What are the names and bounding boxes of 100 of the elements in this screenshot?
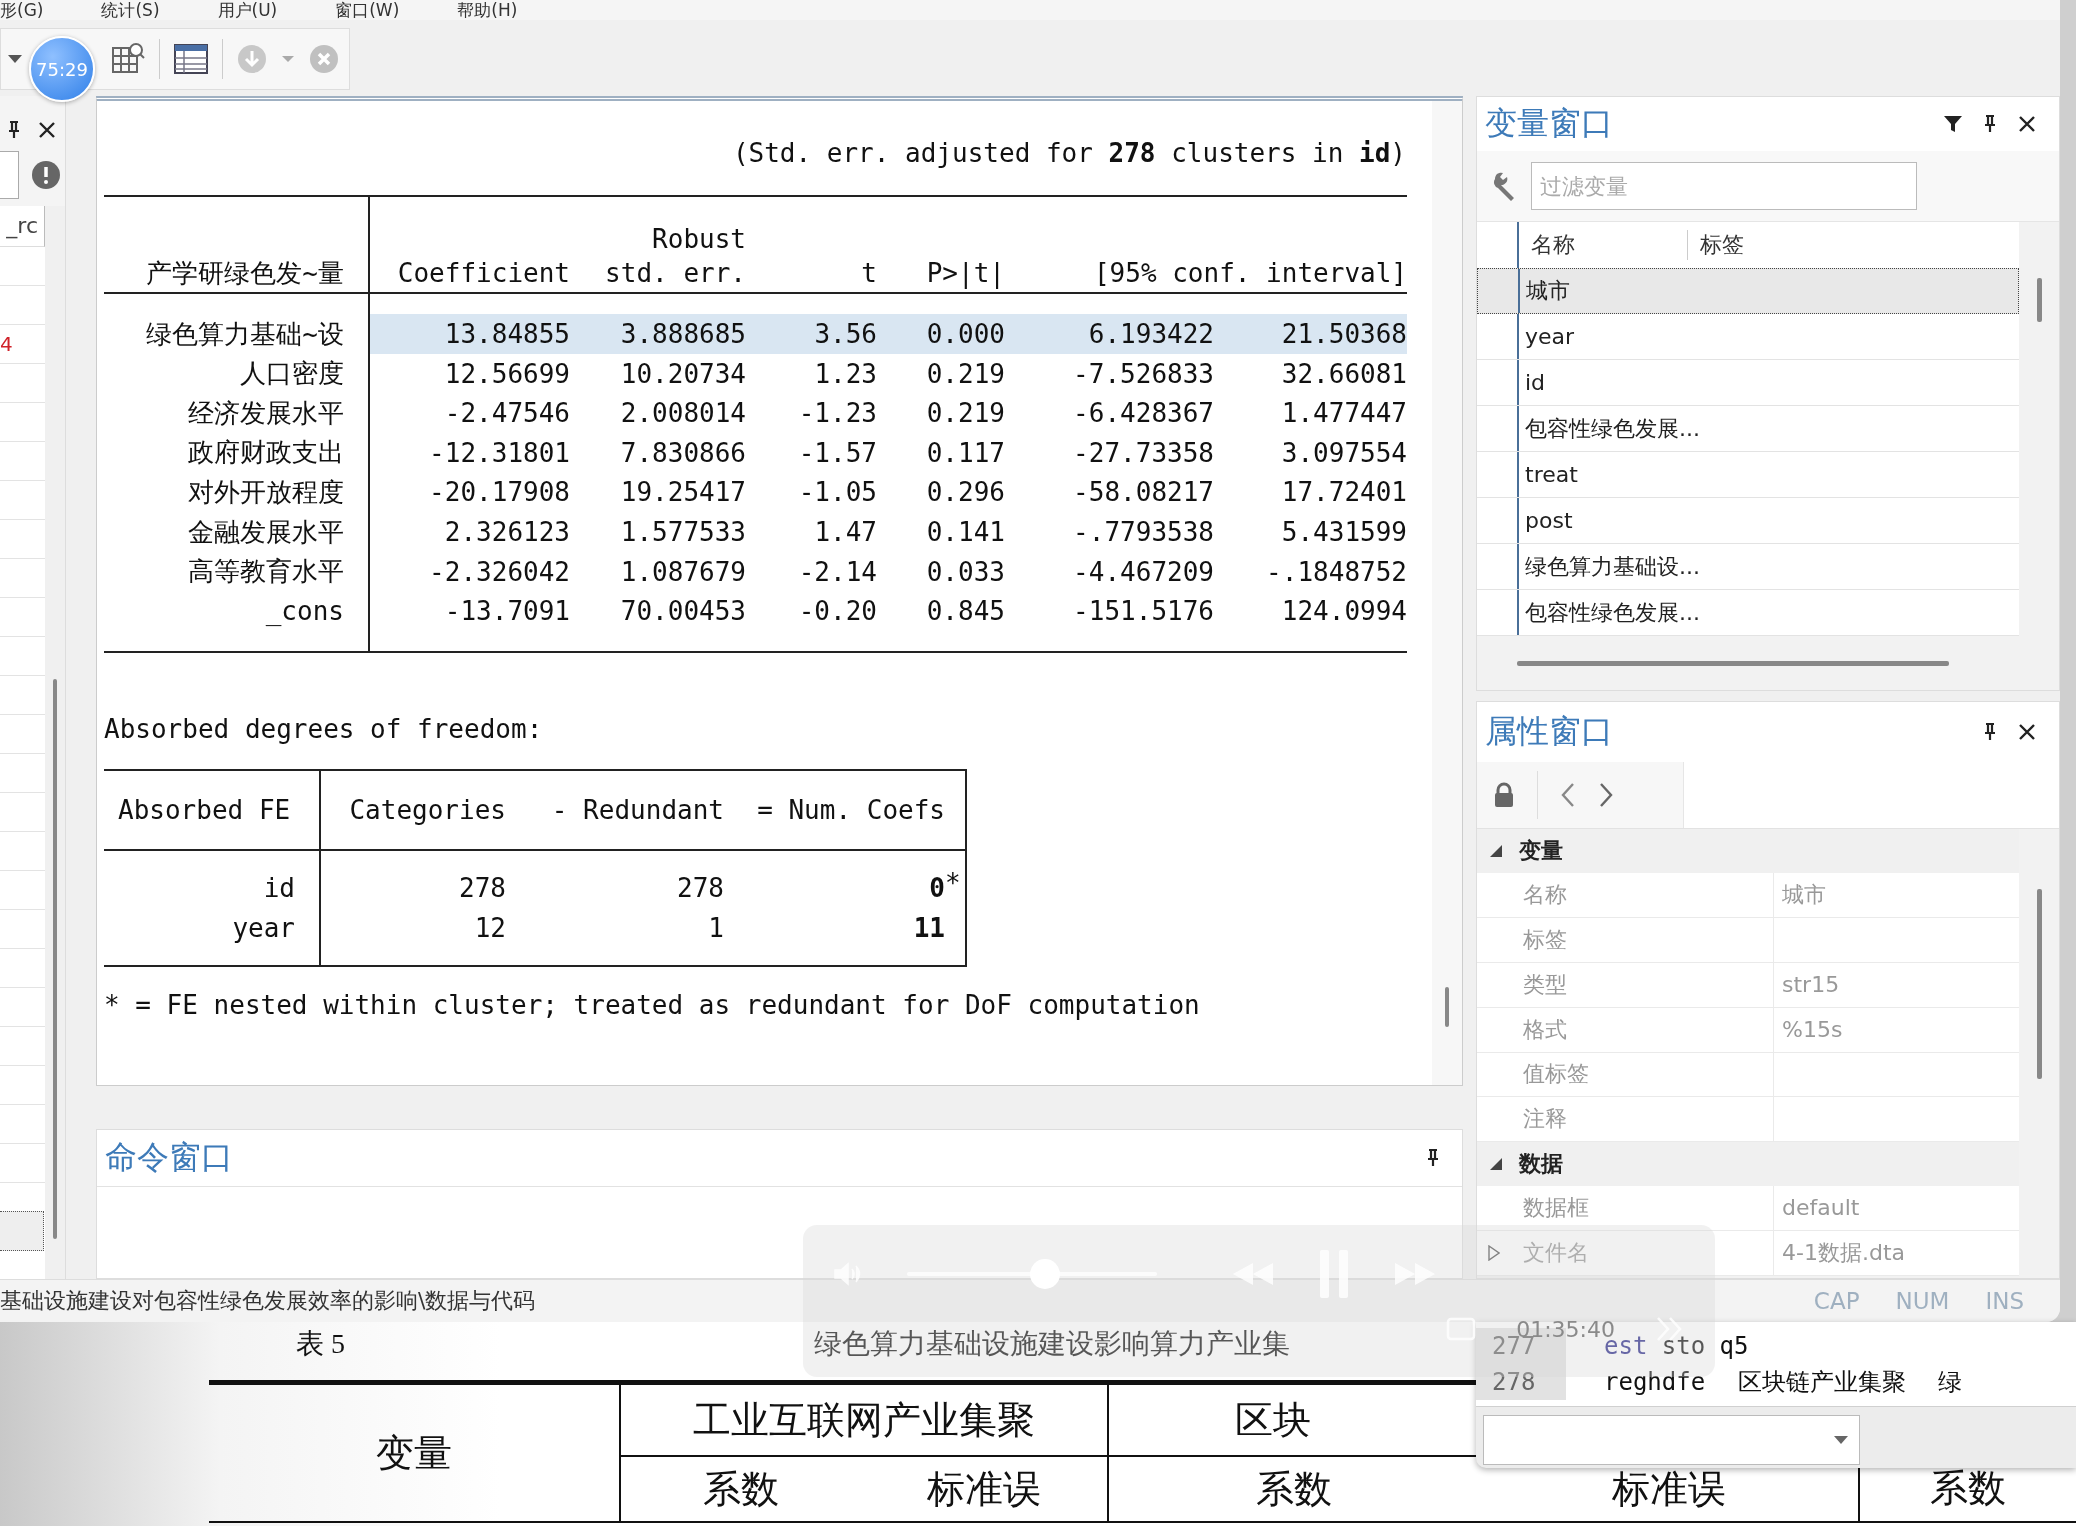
row-label: 人口密度 xyxy=(104,353,369,394)
table-cell-text: 0 xyxy=(928,872,945,906)
variable-name: 城市 xyxy=(1525,277,1570,306)
row-label: id xyxy=(104,868,320,909)
table-cell: 3.888685 xyxy=(570,314,746,354)
menu-item[interactable]: 形(G) xyxy=(0,0,44,20)
table-cell-text: 17.72401 xyxy=(1280,476,1407,510)
chevron-right-icon[interactable] xyxy=(1598,782,1614,809)
table-cell: 13.84855 xyxy=(369,314,570,354)
table-cell-text: 3.097554 xyxy=(1280,436,1407,470)
table-cell-text: 11 xyxy=(912,912,945,946)
table-cell-text: 0.117 xyxy=(925,436,1005,470)
list-row[interactable]: id xyxy=(1477,360,2020,407)
menu-item[interactable]: 帮助(H) xyxy=(457,0,518,20)
property-value: %15s xyxy=(1782,1017,1843,1043)
table-cell: 10.20734 xyxy=(570,353,746,394)
table-cell: -13.7091 xyxy=(369,591,570,632)
scrollbar[interactable] xyxy=(53,679,57,1240)
table-icon[interactable] xyxy=(174,43,208,74)
table-cell: 系数 xyxy=(619,1456,861,1522)
property-label: 文件名 xyxy=(1523,1238,1589,1267)
row-label: year xyxy=(104,908,320,949)
list-row[interactable]: 包容性绿色发展... xyxy=(1477,406,2020,453)
table-cell-text: 1.477447 xyxy=(1280,397,1407,431)
table-cell-text: -27.73358 xyxy=(1072,436,1214,470)
table-search-icon[interactable] xyxy=(111,41,145,76)
scrollbar[interactable] xyxy=(1445,987,1449,1028)
table-cell-text: 1.47 xyxy=(813,516,877,550)
variable-name: id xyxy=(1524,370,1546,396)
list-row[interactable]: post xyxy=(1477,498,2020,545)
column-header: - Redundant xyxy=(551,795,724,826)
table-cell: -2.326042 xyxy=(369,551,570,592)
column-header: Robust xyxy=(652,224,746,255)
property-value: 4-1数据.dta xyxy=(1782,1238,1905,1267)
scrollbar[interactable] xyxy=(1517,660,1949,666)
caret-icon[interactable] xyxy=(7,53,23,64)
triangle-icon[interactable] xyxy=(1489,1157,1503,1172)
input-field[interactable] xyxy=(0,151,19,200)
table-cell-text: -1.05 xyxy=(797,476,877,510)
scrollbar[interactable] xyxy=(2036,278,2042,323)
variable-name: 包容性绿色发展... xyxy=(1524,414,1700,443)
table-cell: 系数 xyxy=(1107,1456,1480,1522)
property-label: 注释 xyxy=(1523,1105,1567,1134)
table-cell-text: -.7793538 xyxy=(1072,516,1214,550)
table-cell-text: -58.08217 xyxy=(1072,476,1214,510)
property-value: str15 xyxy=(1782,972,1840,998)
scrollbar[interactable] xyxy=(2036,889,2042,1080)
column-header[interactable]: 标签 xyxy=(1688,222,1744,269)
column-header[interactable]: 名称 xyxy=(1519,230,1688,261)
chevron-left-icon[interactable] xyxy=(1560,782,1576,809)
output-text: Absorbed degrees of freedom: xyxy=(104,713,544,747)
table-cell-text: -1.23 xyxy=(797,397,877,431)
menu-item[interactable]: 窗口(W) xyxy=(335,0,400,20)
exclamation-icon[interactable] xyxy=(31,160,61,191)
column-header: Coefficient xyxy=(397,258,570,289)
button[interactable] xyxy=(0,1211,44,1252)
menu-item[interactable]: 统计(S) xyxy=(101,0,160,20)
table-cell-text: -2.14 xyxy=(797,555,877,589)
row-label: 金融发展水平 xyxy=(104,512,369,552)
table-cell-text: -4.467209 xyxy=(1072,555,1214,589)
table-cell-text: -0.20 xyxy=(797,595,877,629)
filter-icon[interactable] xyxy=(1943,114,1963,135)
variable-name: 包容性绿色发展... xyxy=(1524,598,1700,627)
table-cell-text: -1.57 xyxy=(797,436,877,470)
list-row[interactable]: treat xyxy=(1477,452,2020,499)
output-text: * = FE nested within cluster; treated as redundant for DoF computation xyxy=(104,989,1201,1023)
variable-name: post xyxy=(1524,508,1573,534)
variable-name: treat xyxy=(1524,462,1578,488)
list-row[interactable]: year xyxy=(1477,314,2020,361)
table-cell: 32.66081 xyxy=(1214,353,1407,394)
menu-item[interactable]: 用户(U) xyxy=(217,0,278,20)
table-cell: 4 xyxy=(0,332,13,357)
table-cell: 12 xyxy=(320,908,506,949)
table-cell: 0.000 xyxy=(877,314,1005,354)
table-cell-text: 1.577533 xyxy=(619,516,746,550)
table-cell-text: 0.296 xyxy=(925,476,1005,510)
table-cell: 工业互联网产业集聚 xyxy=(619,1382,1108,1456)
caret-icon[interactable] xyxy=(1833,1435,1849,1445)
property-value: 城市 xyxy=(1782,881,1826,910)
table-cell: 标准误 xyxy=(861,1456,1108,1522)
table-cell: 21.50368 xyxy=(1214,314,1407,354)
column-header: P>|t| xyxy=(926,258,1005,289)
table-cell-text: 0.219 xyxy=(925,397,1005,431)
search-field[interactable]: 过滤变量 xyxy=(1531,162,1917,211)
variable-name: year xyxy=(1524,324,1575,350)
triangle-icon[interactable] xyxy=(1489,844,1503,859)
table-cell: -12.31801 xyxy=(369,433,570,473)
column-header: = Num. Coefs xyxy=(757,795,945,826)
window-title: 变量窗口 xyxy=(1485,103,1613,145)
lock-icon[interactable] xyxy=(1493,782,1515,809)
column-header: t xyxy=(861,258,877,289)
table-cell: -2.47546 xyxy=(369,393,570,434)
table-cell-text: -151.5176 xyxy=(1072,595,1214,629)
row-label: 高等教育水平 xyxy=(104,551,369,592)
list-row[interactable]: 绿色算力基础设... xyxy=(1477,544,2020,591)
list-row[interactable]: 城市 xyxy=(1477,268,2020,315)
group-title: 变量 xyxy=(1519,837,1563,866)
row-label: 经济发展水平 xyxy=(104,393,369,434)
list-row[interactable]: 包容性绿色发展... xyxy=(1477,590,2020,637)
table-cell-text: -6.428367 xyxy=(1072,397,1214,431)
